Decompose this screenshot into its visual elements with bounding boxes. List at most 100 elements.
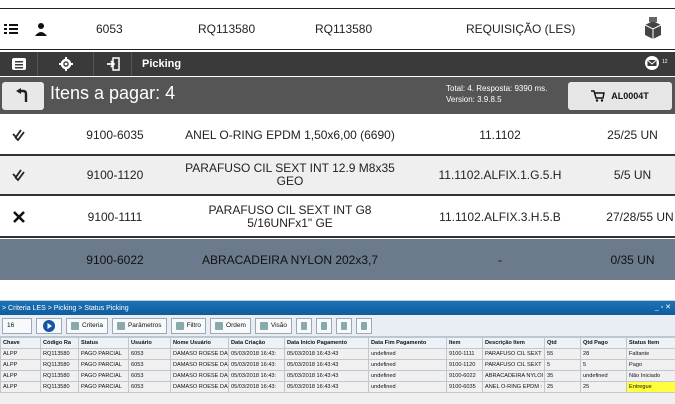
table-row[interactable]: ALPP RQ113580 PAGO PARCIAL 6053 DAMASO ROESE…	[0, 359, 675, 371]
cell: PARAFUSO CIL SEXT	[482, 359, 545, 371]
item-row[interactable]: 9100-1111 PARAFUSO CIL SEXT INT G8 5/16U…	[0, 198, 675, 238]
cell: PAGO PARCIAL	[78, 359, 129, 371]
cell: 05/03/2018 16:43:43	[284, 359, 369, 371]
cell: 25	[580, 381, 627, 393]
cell: PAGO PARCIAL	[78, 348, 129, 360]
order-label: Ordem	[226, 322, 246, 329]
list-icon[interactable]	[0, 52, 38, 76]
col-descricao[interactable]: Descrição Item	[482, 337, 545, 349]
item-description: ABRACADEIRA NYLON 202x3,7	[201, 252, 379, 267]
cell: ALPP	[0, 348, 41, 360]
cell: undefined	[368, 348, 447, 360]
col-codigo[interactable]: Código Ra	[40, 337, 79, 349]
view-button[interactable]: Visão	[254, 317, 293, 334]
col-qtd[interactable]: Qtd	[544, 337, 581, 349]
col-nome[interactable]: Nome Usuário	[170, 337, 229, 349]
mail-count: 12	[662, 59, 668, 65]
run-button[interactable]	[36, 317, 62, 334]
cell: 9100-6022	[446, 370, 483, 382]
item-location: 11.1102.ALFIX.3.H.5.B	[439, 210, 561, 224]
cell: 6053	[128, 359, 171, 371]
col-item[interactable]: Item	[446, 337, 483, 349]
package-icon[interactable]	[642, 17, 664, 41]
item-description: ANEL O-RING EPDM 1,50x6,00 (6690)	[185, 128, 395, 142]
cell: RQ113580	[40, 370, 79, 382]
table-row[interactable]: ALPP RQ113580 PAGO PARCIAL 6053 DAMASO ROESE…	[0, 370, 675, 382]
pane-title-bar: > Criteria LES > Picking > Status Pickin…	[0, 301, 675, 315]
cell: 5	[544, 359, 581, 371]
col-data-fim[interactable]: Data Fim Pagamento	[368, 337, 447, 349]
cell: undefined	[368, 359, 447, 371]
page-size-value: 16	[7, 322, 15, 329]
table-row[interactable]: ALPP RQ113580 PAGO PARCIAL 6053 DAMASO ROESE…	[0, 348, 675, 360]
item-row[interactable]: 9100-6035 ANEL O-RING EPDM 1,50x6,00 (66…	[0, 116, 675, 156]
cell: 9100-6035	[446, 381, 483, 393]
status-picking-pane: > Criteria LES > Picking > Status Pickin…	[0, 300, 675, 404]
sort-icon	[215, 321, 224, 330]
requisition-status: REQUISIÇÃO (LES)	[466, 22, 576, 36]
filter-button[interactable]: Filtro	[170, 317, 207, 334]
table-row[interactable]: ALPP RQ113580 PAGO PARCIAL 6053 DAMASO ROESE…	[0, 381, 675, 393]
item-location: -	[498, 252, 502, 267]
gear-icon[interactable]	[38, 52, 94, 76]
cell: undefined	[580, 370, 627, 382]
table-header-row: Chave Código Ra Status Usuário Nome Usuá…	[0, 337, 675, 349]
excel-button[interactable]	[316, 317, 333, 334]
col-usuario[interactable]: Usuário	[128, 337, 171, 349]
cell: 25	[544, 381, 581, 393]
picking-toolbar: Picking 12	[0, 52, 675, 76]
item-location: 11.1102.ALFIX.1.G.5.H	[438, 168, 562, 182]
cell: 9100-1111	[446, 348, 483, 360]
cell: ABRACADEIRA NYLOI	[482, 370, 545, 382]
col-status[interactable]: Status	[78, 337, 129, 349]
order-button[interactable]: Ordem	[210, 317, 251, 334]
cell: 05/03/2018 16:43:43	[284, 348, 369, 360]
requisition-number-2: RQ113580	[315, 22, 373, 36]
response-meta: Total: 4. Resposta: 9390 ms. Version: 3.…	[446, 83, 547, 105]
parameters-icon	[116, 321, 125, 330]
close-icon	[6, 198, 32, 236]
item-row[interactable]: 9100-1120 PARAFUSO CIL SEXT INT 12.9 M8x…	[0, 156, 675, 196]
cell: RQ113580	[40, 359, 79, 371]
cell: 28	[580, 348, 627, 360]
cell: PARAFUSO CIL SEXT	[482, 348, 545, 360]
cell: 5	[580, 359, 627, 371]
item-code: 9100-6022	[86, 252, 144, 267]
col-status-item[interactable]: Status Item	[626, 337, 675, 349]
cell: 35	[544, 370, 581, 382]
page-size-select[interactable]: 16	[2, 317, 32, 334]
criteria-button[interactable]: Criteria	[66, 317, 108, 334]
requisition-number: RQ113580	[198, 22, 256, 36]
cell: PAGO PARCIAL	[78, 381, 129, 393]
export-button[interactable]	[296, 317, 313, 334]
cell: ALPP	[0, 359, 41, 371]
cell: ALPP	[0, 370, 41, 382]
cell: ALPP	[0, 381, 41, 393]
double-check-icon	[6, 116, 32, 154]
col-data-criacao[interactable]: Data Criação	[228, 337, 285, 349]
col-data-inicio[interactable]: Data Início Pagamento	[284, 337, 369, 349]
cell: 05/03/2018 16:43:	[228, 381, 285, 393]
menu-list-icon[interactable]	[4, 22, 18, 36]
login-icon[interactable]	[94, 52, 132, 76]
parameters-button[interactable]: Parâmetros	[111, 317, 167, 334]
item-code: 9100-6035	[86, 128, 144, 142]
item-row[interactable]: 9100-6022 ABRACADEIRA NYLON 202x3,7 - 0/…	[0, 239, 675, 280]
col-chave[interactable]: Chave	[0, 337, 41, 349]
cell: PAGO PARCIAL	[78, 370, 129, 382]
window-controls[interactable]: _ ▫ ✕	[655, 303, 671, 311]
item-quantity: 5/5 UN	[613, 168, 652, 182]
cell: 05/03/2018 16:43:	[228, 359, 285, 371]
print-button[interactable]	[336, 317, 353, 334]
settings-button[interactable]	[356, 317, 373, 334]
play-icon	[43, 319, 55, 332]
cart-action-button[interactable]: AL0004T	[568, 82, 672, 110]
mail-icon[interactable]: 12	[644, 56, 672, 72]
requisition-header: 6053 RQ113580 RQ113580 REQUISIÇÃO (LES)	[0, 8, 675, 50]
version-label: Version: 3.9.8.5	[446, 95, 502, 104]
col-qtd-pago[interactable]: Qtd Pago	[580, 337, 627, 349]
cell: undefined	[368, 381, 447, 393]
item-description: PARAFUSO CIL SEXT INT 12.9 M8x35 GEO	[185, 161, 395, 188]
user-icon	[34, 22, 48, 36]
back-button[interactable]	[2, 82, 44, 110]
